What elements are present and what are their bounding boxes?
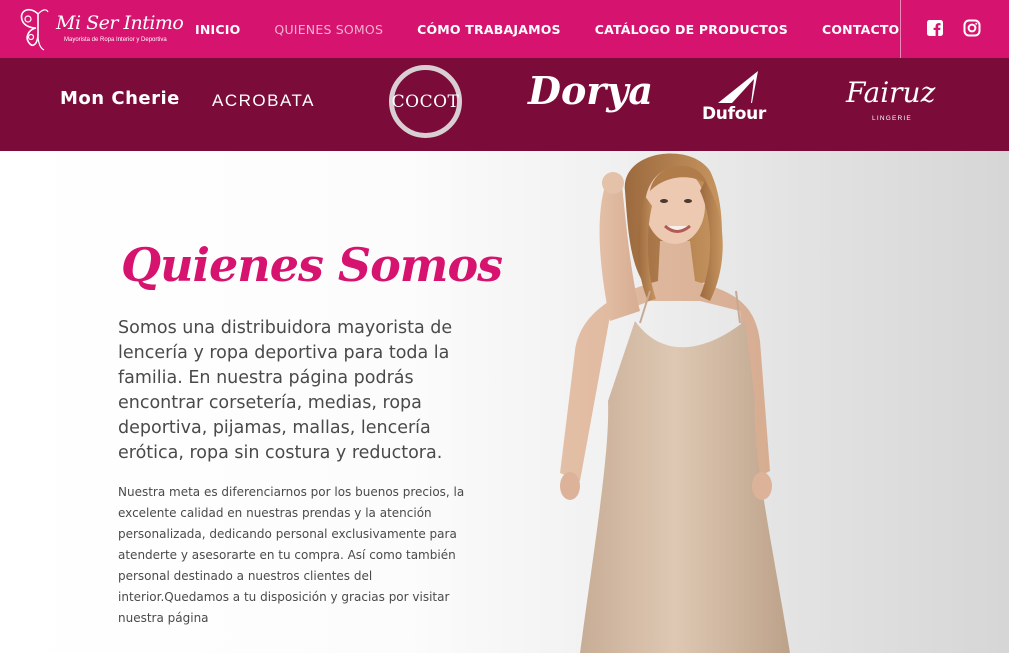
dufour-wing-icon xyxy=(718,71,758,103)
brand-fairuz-sub: LINGERIE xyxy=(872,115,912,122)
instagram-icon[interactable] xyxy=(963,19,981,37)
butterfly-logo-icon xyxy=(20,8,49,51)
facebook-icon[interactable] xyxy=(926,19,944,37)
brand-fairuz[interactable]: Fairuz xyxy=(846,76,935,109)
brand-dorya[interactable]: Dorya xyxy=(528,68,653,113)
nav-divider xyxy=(900,0,901,58)
page-title: Quienes Somos xyxy=(121,238,503,292)
nav-como-trabajamos[interactable]: CÓMO TRABAJAMOS xyxy=(417,22,561,37)
main-nav: INICIO QUIENES SOMOS CÓMO TRABAJAMOS CAT… xyxy=(195,0,933,58)
site-logo[interactable]: Mi Ser Intimo Mayorista de Ropa Interior… xyxy=(16,6,184,52)
model-photo xyxy=(560,153,790,653)
brand-cocot-label: COCOT xyxy=(391,91,460,112)
brand-dufour[interactable]: Dufour xyxy=(702,104,766,124)
brand-acrobata[interactable]: ACROBATA xyxy=(212,91,315,111)
brands-bar: Mon Cherie ACROBATA COCOT Dorya Dufour F… xyxy=(0,58,1009,151)
brand-cocot[interactable]: COCOT xyxy=(389,65,462,138)
nav-catalogo[interactable]: CATÁLOGO DE PRODUCTOS xyxy=(595,22,788,37)
about-hero: Quienes Somos Somos una distribuidora ma… xyxy=(0,151,1009,653)
logo-tagline: Mayorista de Ropa Interior y Deportiva xyxy=(64,37,167,43)
nav-inicio[interactable]: INICIO xyxy=(195,22,240,37)
logo-text: Mi Ser Intimo xyxy=(56,12,184,34)
nav-quienes-somos[interactable]: QUIENES SOMOS xyxy=(274,22,383,37)
intro-paragraph: Somos una distribuidora mayorista de len… xyxy=(118,318,453,463)
body-paragraph: Nuestra meta es diferenciarnos por los b… xyxy=(118,485,465,625)
nav-contacto[interactable]: CONTACTO xyxy=(822,22,899,37)
top-navbar: Mi Ser Intimo Mayorista de Ropa Interior… xyxy=(0,0,1009,58)
brand-mon-cherie[interactable]: Mon Cherie xyxy=(60,88,180,109)
